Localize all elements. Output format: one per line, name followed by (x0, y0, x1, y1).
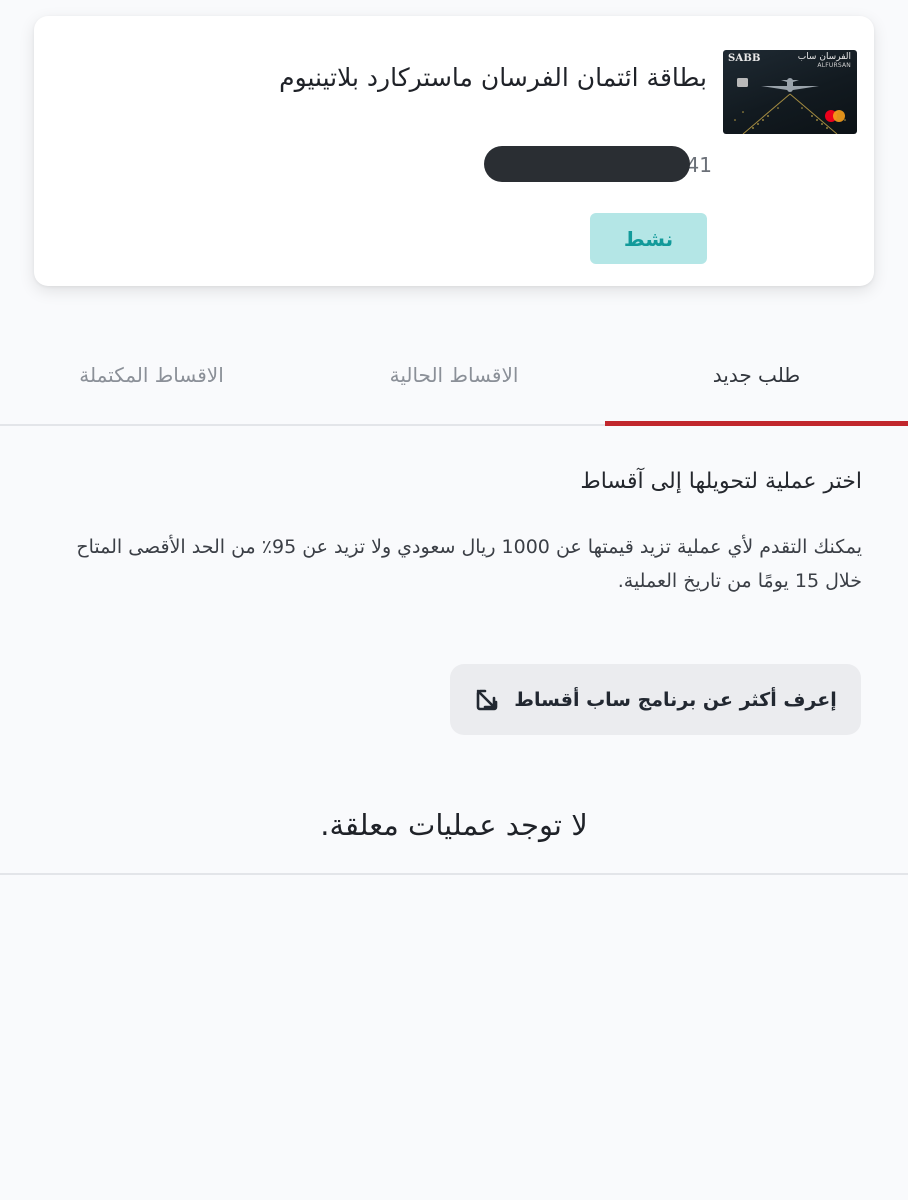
learn-more-button[interactable]: إعرف أكثر عن برنامج ساب أقساط (450, 664, 861, 735)
section-heading: اختر عملية لتحويلها إلى آقساط (580, 469, 862, 494)
tab-completed-installments[interactable]: الاقساط المكتملة (0, 326, 303, 424)
card-brand-subtitle: ALFURSAN (817, 62, 851, 69)
card-title: بطاقة ائتمان الفرسان ماستركارد بلاتينيوم (279, 63, 707, 92)
empty-state-message: لا توجد عمليات معلقة. (320, 808, 588, 842)
tab-new-request[interactable]: طلب جديد (605, 326, 908, 424)
active-tab-indicator (605, 421, 908, 426)
card-number-suffix: 41 (686, 153, 712, 177)
status-badge: نشط (590, 213, 707, 264)
external-link-icon (474, 687, 500, 713)
installment-tabs: طلب جديد الاقساط الحالية الاقساط المكتمل… (0, 326, 908, 426)
divider (0, 873, 908, 875)
card-summary-panel[interactable]: SABB الفرسان ساب ALFURSAN بطاقة ائتمان ا… (34, 16, 874, 286)
card-number-redaction (484, 146, 690, 182)
card-number: 41 (482, 144, 712, 184)
credit-card-image: SABB الفرسان ساب ALFURSAN (723, 50, 857, 134)
card-brand-english: SABB (728, 53, 761, 64)
card-brand-arabic: الفرسان ساب (797, 52, 851, 62)
section-description: يمكنك التقدم لأي عملية تزيد قيمتها عن 10… (76, 536, 862, 592)
tab-current-installments[interactable]: الاقساط الحالية (303, 326, 605, 424)
learn-more-label: إعرف أكثر عن برنامج ساب أقساط (514, 688, 837, 711)
installments-screen: SABB الفرسان ساب ALFURSAN بطاقة ائتمان ا… (0, 0, 908, 1200)
